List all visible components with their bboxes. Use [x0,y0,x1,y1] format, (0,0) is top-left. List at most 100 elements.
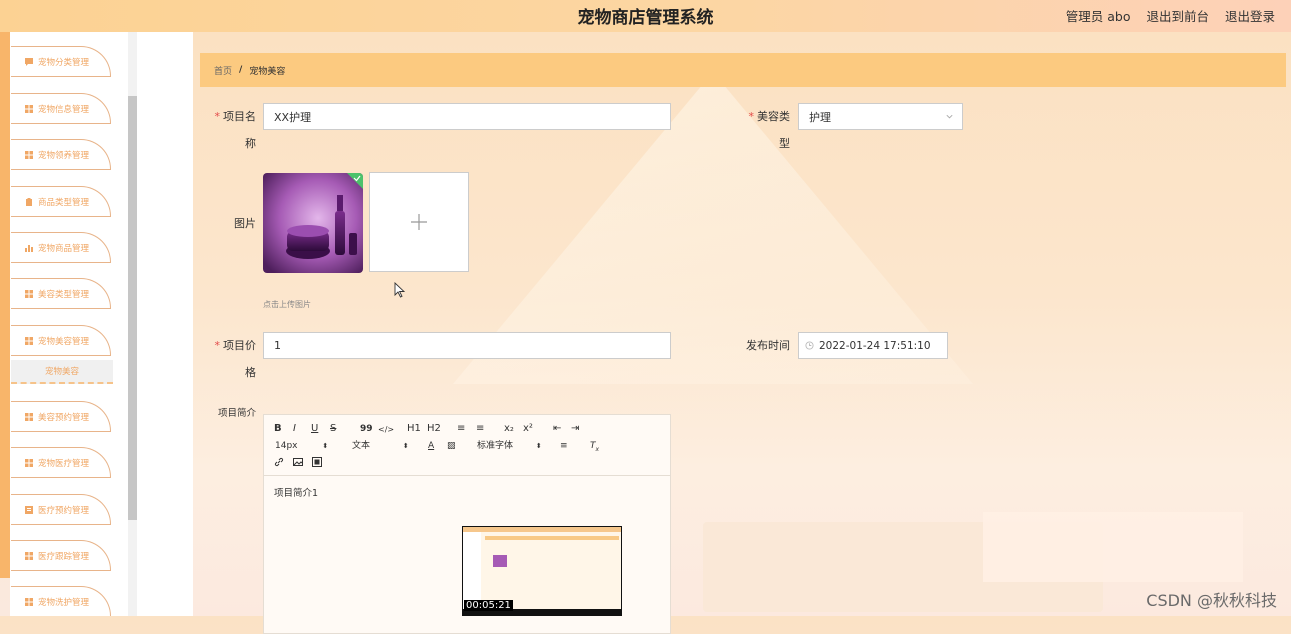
sidebar-item-label: 医疗预约管理 [38,505,90,516]
quote-button[interactable]: 99 [360,423,373,435]
sidebar-item-beauty-booking[interactable]: 美容预约管理 [11,401,111,432]
grid-icon [25,104,33,113]
project-name-input[interactable]: XX护理 [263,103,671,130]
publish-time-value: 2022-01-24 17:51:10 [819,339,931,352]
plus-icon [411,214,427,230]
bold-button[interactable]: B [274,423,282,435]
heading2-button[interactable]: H2 [427,423,441,435]
sidebar-item-label: 美容类型管理 [38,289,90,300]
italic-button[interactable]: I [293,423,296,435]
ordered-list-button[interactable]: ≡ [457,423,465,435]
breadcrumb: 首页 / 宠物美容 [200,53,1286,87]
sidebar: 宠物分类管理 宠物信息管理 宠物领养管理 商品类型管理 宠物商品管理 美容类型管… [10,32,128,616]
outdent-button[interactable]: ⇤ [553,423,561,435]
watermark: CSDN @秋秋科技 [1146,591,1277,610]
bullet-list-button[interactable]: ≡ [476,423,484,435]
sidebar-item-label: 宠物美容管理 [38,336,90,347]
grid-icon [25,458,33,467]
font-color-button[interactable]: A [428,440,434,452]
embedded-video[interactable]: 00:05:21 [462,526,622,616]
grid-icon [25,412,33,421]
sidebar-item-label: 宠物洗护管理 [38,597,90,608]
background-pedestal [983,512,1243,582]
project-name-label: * 项目名 [200,103,257,130]
font-size-value: 14px [275,441,298,451]
upload-hint: 点击上传图片 [263,300,311,309]
sidebar-scrollbar-thumb[interactable] [128,96,137,520]
sidebar-item-label: 宠物分类管理 [38,57,90,68]
clock-icon [805,341,814,350]
clear-format-button[interactable]: Tx [590,440,599,456]
grid-icon [25,150,33,159]
grid-icon [25,551,33,560]
mouse-pointer-icon [394,282,406,298]
editor-content[interactable]: 项目简介1 [274,485,318,499]
project-name-label-wrap: 称 [245,137,256,150]
link-icon[interactable] [274,457,284,471]
publish-time-picker[interactable]: 2022-01-24 17:51:10 [798,332,948,359]
heading1-button[interactable]: H1 [407,423,421,435]
project-intro-label: 项目简介 [217,408,256,419]
admin-user-label[interactable]: 管理员 abo [1066,6,1131,25]
beauty-type-label-wrap: 型 [779,137,790,150]
superscript-button[interactable]: x² [523,423,533,435]
uploaded-image-thumbnail[interactable] [263,173,363,273]
text-type-value: 文本 [352,441,371,451]
front-page-link[interactable]: 退出到前台 [1146,6,1209,25]
sidebar-item-pet-info[interactable]: 宠物信息管理 [11,93,111,124]
bar-chart-icon [25,244,33,252]
text-type-select[interactable]: 文本 ⬍ [352,440,409,452]
required-mark: * [214,339,221,352]
sidebar-item-beauty-type[interactable]: 美容类型管理 [11,278,111,309]
cosmetics-product-image [263,173,363,273]
strike-button[interactable]: S [330,423,336,435]
font-size-select[interactable]: 14px ⬍ [275,440,328,452]
sidebar-item-pet-goods[interactable]: 宠物商品管理 [11,232,111,263]
submenu-pet-beauty[interactable]: 宠物美容 [11,360,113,384]
project-price-input[interactable]: 1 [263,332,671,359]
sidebar-gutter [137,32,193,616]
project-name-label-text: 项目名 [223,110,256,123]
video-icon[interactable] [312,457,322,471]
font-family-select[interactable]: 标准字体 ⬍ [477,440,542,452]
sidebar-item-pet-washing[interactable]: 宠物洗护管理 [11,586,111,616]
video-preview-sidebar [463,532,481,609]
project-price-label-wrap: 格 [245,366,256,379]
document-icon [25,505,33,514]
sidebar-item-label: 宠物信息管理 [38,104,90,115]
subscript-button[interactable]: x₂ [504,423,514,435]
updown-icon: ⬍ [535,442,542,450]
video-preview-header [463,527,621,532]
breadcrumb-current: 宠物美容 [249,66,286,77]
sidebar-item-pet-medical[interactable]: 宠物医疗管理 [11,447,111,478]
required-mark: * [748,110,755,123]
background-color-button[interactable]: ▨ [447,440,456,452]
comment-icon [25,57,33,66]
sidebar-item-pet-category[interactable]: 宠物分类管理 [11,46,111,77]
clipboard-icon [25,197,33,206]
breadcrumb-home[interactable]: 首页 [214,64,232,77]
video-timestamp: 00:05:21 [464,600,513,611]
top-header: 宠物商店管理系统 管理员 abo 退出到前台 退出登录 [0,0,1291,32]
sidebar-item-label: 宠物医疗管理 [38,458,90,469]
indent-button[interactable]: ⇥ [571,423,579,435]
beauty-type-select[interactable]: 护理 [798,103,963,130]
sidebar-item-pet-beauty[interactable]: 宠物美容管理 [11,325,111,356]
publish-time-label: 发布时间 [746,339,790,352]
logout-link[interactable]: 退出登录 [1225,6,1275,25]
sidebar-item-label: 医疗跟踪管理 [38,551,90,562]
underline-button[interactable]: U [311,423,318,435]
image-icon[interactable] [293,457,303,471]
breadcrumb-separator: / [239,65,243,75]
sidebar-item-medical-tracking[interactable]: 医疗跟踪管理 [11,540,111,571]
sidebar-item-medical-booking[interactable]: 医疗预约管理 [11,494,111,525]
sidebar-item-pet-adoption[interactable]: 宠物领养管理 [11,139,111,170]
align-button[interactable]: ≡ [560,440,568,452]
grid-icon [25,289,33,298]
beauty-type-label-text: 美容类 [757,110,790,123]
grid-icon [25,597,33,606]
add-image-button[interactable] [369,172,469,272]
code-button[interactable]: </> [378,424,394,436]
editor-toolbar: B I U S 99 </> H1 H2 ≡ ≡ x₂ x² ⇤ ⇥ 14px … [264,415,670,476]
sidebar-item-goods-type[interactable]: 商品类型管理 [11,186,111,217]
